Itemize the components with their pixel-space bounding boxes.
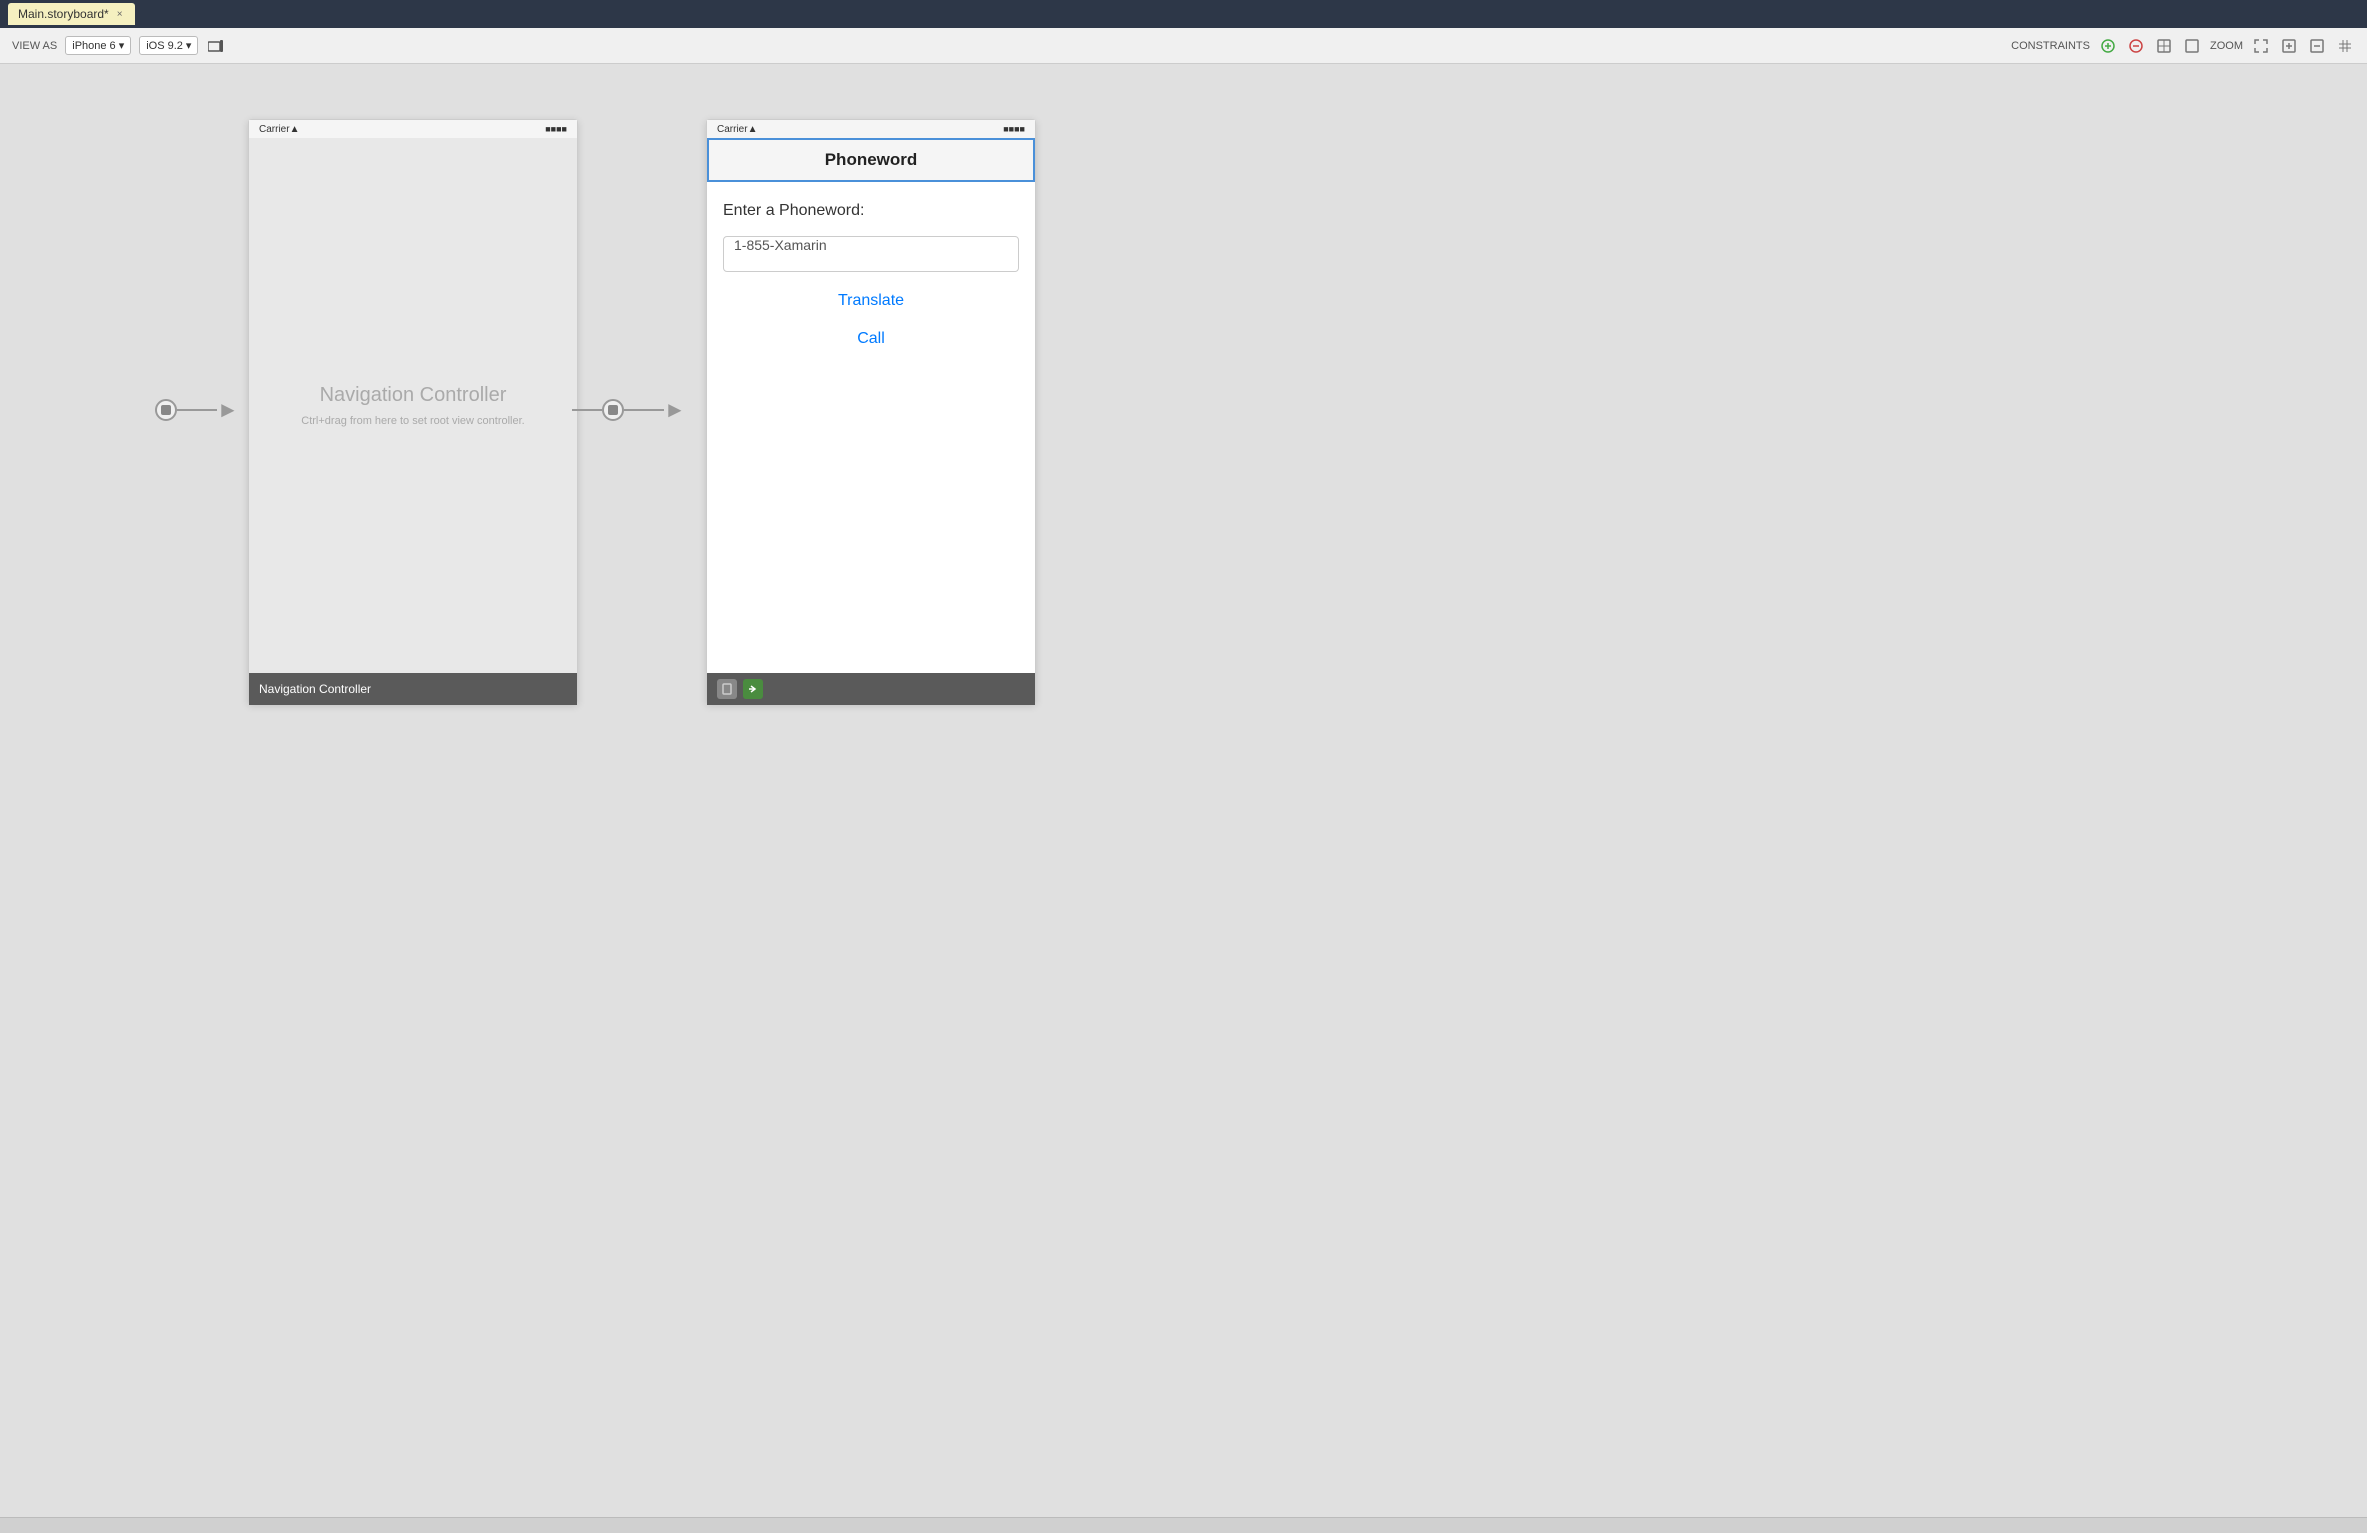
connector-mid-circle [602,399,624,421]
nav-bottom-label: Navigation Controller [259,682,371,696]
translate-button[interactable]: Translate [723,292,1019,310]
call-button[interactable]: Call [723,330,1019,348]
ios-selector[interactable]: iOS 9.2 ▾ [139,36,198,55]
title-bar: Main.storyboard* × [0,0,2367,28]
nav-battery-icon: ■■■■ [545,124,567,134]
phoneword-content: Enter a Phoneword: 1-855-Xamarin Transla… [707,182,1035,673]
phoneword-input[interactable]: 1-855-Xamarin [723,236,1019,272]
toolbar-right: CONSTRAINTS ZOOM [2011,36,2355,56]
zoom-fit-icon[interactable] [2251,36,2271,56]
nav-carrier-label: Carrier [259,124,290,135]
connector-source-circle [155,399,177,421]
connector-pre-line [572,409,602,411]
connector-middle: ► [572,399,712,421]
connector-inner-square [161,405,171,415]
phoneword-status-bar: Carrier ▲ ■■■■ [707,120,1035,138]
navigation-controller-frame: Carrier ▲ ■■■■ Navigation Controller Ctr… [248,119,578,704]
view-as-label: VIEW AS [12,40,57,52]
zoom-in-icon[interactable] [2279,36,2299,56]
connector-mid-arrow-icon: ► [664,399,686,421]
phoneword-device-icon [717,679,737,699]
horizontal-scrollbar[interactable] [0,1517,2367,1533]
zoom-out-icon[interactable] [2307,36,2327,56]
nav-bottom-bar: Navigation Controller [249,673,577,705]
toolbar: VIEW AS iPhone 6 ▾ iOS 9.2 ▾ CONSTRAINTS [0,28,2367,64]
phoneword-input-value: 1-855-Xamarin [734,237,827,253]
zoom-label: ZOOM [2210,40,2243,52]
nav-status-bar: Carrier ▲ ■■■■ [249,120,577,138]
storyboard-canvas[interactable]: Carrier ▲ ■■■■ Navigation Controller Ctr… [0,64,2367,1517]
phoneword-enter-label: Enter a Phoneword: [723,202,1019,220]
phoneword-nav-title: Phoneword [825,150,918,170]
constraints-label: CONSTRAINTS [2011,40,2090,52]
ios-label: iOS 9.2 [146,40,183,52]
device-selector[interactable]: iPhone 6 ▾ [65,36,131,55]
device-label: iPhone 6 [72,40,115,52]
connector-arrow-icon: ► [217,399,239,421]
constraints-add-icon[interactable] [2098,36,2118,56]
main-storyboard-tab[interactable]: Main.storyboard* × [8,3,135,25]
tab-label: Main.storyboard* [18,7,109,21]
nav-placeholder-subtitle: Ctrl+drag from here to set root view con… [301,415,524,427]
phoneword-wifi-icon: ▲ [748,124,758,135]
layout-icon[interactable] [2154,36,2174,56]
phoneword-nav-bar: Phoneword [707,138,1035,182]
device-orientation-icon[interactable] [206,36,226,56]
phoneword-frame: Carrier ▲ ■■■■ Phoneword Enter a Phonewo… [706,119,1036,704]
connector-left: ► [155,399,250,421]
phoneword-exit-icon [743,679,763,699]
phoneword-battery-icon: ■■■■ [1003,124,1025,134]
phoneword-carrier-label: Carrier [717,124,748,135]
connector-mid-inner [608,405,618,415]
connector-mid-line [624,409,664,411]
grid-icon[interactable] [2335,36,2355,56]
phoneword-bottom-bar [707,673,1035,705]
nav-wifi-icon: ▲ [290,124,300,135]
constraints-remove-icon[interactable] [2126,36,2146,56]
connector-line [177,409,217,411]
tab-close-button[interactable]: × [115,9,125,19]
resize-icon[interactable] [2182,36,2202,56]
ios-chevron-icon: ▾ [186,39,192,52]
nav-placeholder-title: Navigation Controller [320,384,507,407]
device-chevron-icon: ▾ [119,39,125,52]
nav-placeholder-content: Navigation Controller Ctrl+drag from her… [249,138,577,673]
